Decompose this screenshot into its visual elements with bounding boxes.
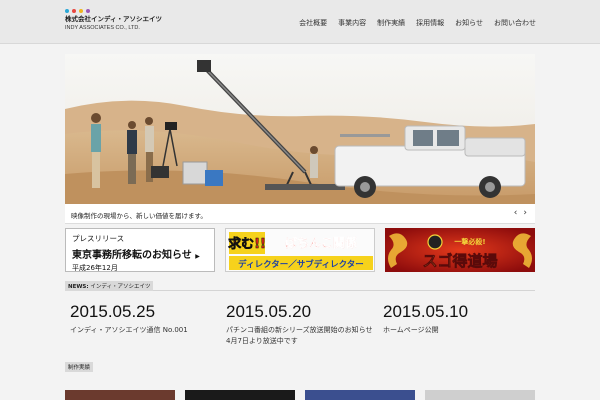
news-date: 2015.05.25: [70, 302, 156, 321]
logo-dot-purple: [86, 9, 90, 13]
nav-item-business[interactable]: 事業内容: [338, 18, 366, 28]
show-banner-art: 一撃必殺! スゴ得道場: [385, 228, 535, 272]
news-date: 2015.05.10: [383, 302, 469, 321]
desert-film-crew-photo: [65, 54, 535, 204]
company-name-en: INDY ASSOCIATES CO., LTD.: [65, 25, 140, 31]
nav-item-news[interactable]: お知らせ: [455, 18, 483, 28]
recruit-banner-art: 求む!! ぱちんこ関係 ディレクター／サブディレクター: [226, 229, 374, 271]
press-release-title-text: 東京事務所移転のお知らせ: [72, 250, 192, 261]
news-date: 2015.05.20: [226, 302, 312, 321]
news-label: NEWS: インディ・アソシエイツ: [65, 281, 154, 291]
recruit-headline: 求む!!: [228, 236, 266, 252]
nav-item-contact[interactable]: お問い合わせ: [494, 18, 536, 28]
news-item[interactable]: 2015.05.20 パチンコ番組の新シリーズ放送開始のお知らせ4月7日より放送…: [226, 302, 376, 347]
news-header: NEWS: インディ・アソシエイツ: [65, 281, 535, 291]
nav-item-recruit[interactable]: 採用情報: [416, 18, 444, 28]
press-release-banner[interactable]: プレスリリース 東京事務所移転のお知らせ ▶ 平成26年12月: [65, 228, 215, 272]
press-release-date: 平成26年12月: [72, 264, 118, 272]
works-thumbnail[interactable]: [65, 390, 175, 400]
press-release-title: 東京事務所移転のお知らせ ▶: [72, 246, 208, 261]
logo-dot-red: [72, 9, 76, 13]
logo-dot-yellow: [79, 9, 83, 13]
news-item[interactable]: 2015.05.10 ホームページ公開: [383, 302, 533, 336]
works-label: 制作実績: [65, 362, 94, 372]
company-name: 株式会社インディ・アソシエイツ: [65, 15, 163, 23]
slider-caption-bar: 映像制作の現場から、新しい価値を届けます。 ‹ ›: [65, 204, 535, 224]
slider-caption: 映像制作の現場から、新しい価値を届けます。: [71, 212, 207, 220]
show-tagline: 一撃必殺!: [454, 237, 485, 246]
main-nav: 会社概要 事業内容 制作実績 採用情報 お知らせ お問い合わせ: [299, 18, 536, 28]
news-item[interactable]: 2015.05.25 インディ・アソシエイツ通信 No.001: [70, 302, 220, 336]
press-release-label: プレスリリース: [72, 234, 125, 243]
show-title: スゴ得道場: [422, 252, 497, 270]
news-title[interactable]: インディ・アソシエイツ通信 No.001: [70, 325, 220, 336]
recruit-banner[interactable]: 求む!! ぱちんこ関係 ディレクター／サブディレクター: [225, 228, 375, 272]
company-logo[interactable]: 株式会社インディ・アソシエイツ INDY ASSOCIATES CO., LTD…: [65, 9, 162, 32]
works-thumbnail[interactable]: [305, 390, 415, 400]
news-title[interactable]: ホームページ公開: [383, 325, 533, 336]
chevron-right-icon[interactable]: ›: [523, 208, 527, 218]
logo-dot-blue: [65, 9, 69, 13]
news-label-jp: インディ・アソシエイツ: [90, 284, 151, 290]
works-thumbnail[interactable]: [185, 390, 295, 400]
news-title[interactable]: パチンコ番組の新シリーズ放送開始のお知らせ4月7日より放送中です: [226, 325, 376, 347]
slider-controls: ‹ ›: [514, 208, 527, 218]
arrow-right-icon: ▶: [195, 253, 200, 260]
hero-slider-image: [65, 54, 535, 204]
logo-dots: [65, 9, 162, 13]
nav-item-works[interactable]: 制作実績: [377, 18, 405, 28]
host-portrait-icon: [427, 234, 443, 250]
news-label-en: NEWS:: [68, 284, 89, 290]
chevron-left-icon[interactable]: ‹: [514, 208, 518, 218]
recruit-positions: ディレクター／サブディレクター: [238, 259, 364, 270]
nav-item-company[interactable]: 会社概要: [299, 18, 327, 28]
recruit-subheading: ぱちんこ関係: [285, 235, 357, 250]
site-header: 株式会社インディ・アソシエイツ INDY ASSOCIATES CO., LTD…: [0, 0, 600, 44]
show-banner[interactable]: 一撃必殺! スゴ得道場: [385, 228, 535, 272]
works-thumbnail[interactable]: [425, 390, 535, 400]
